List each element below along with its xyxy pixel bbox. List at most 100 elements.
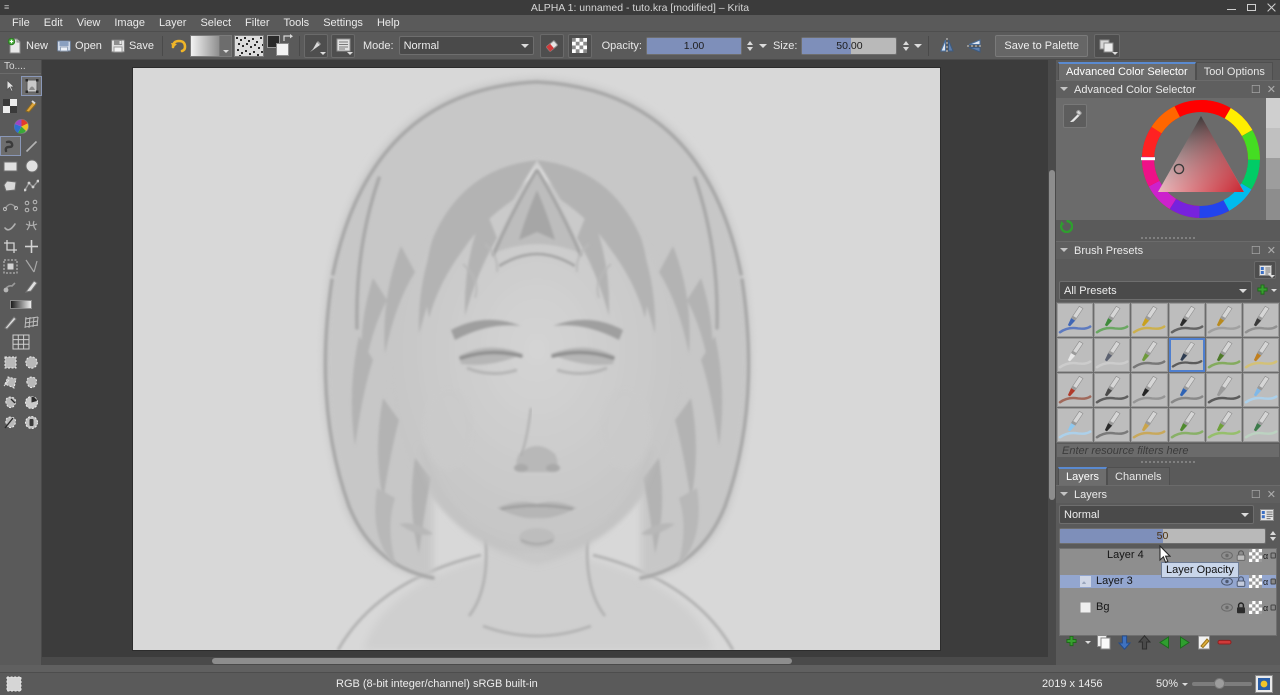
- move-layer-left-button[interactable]: [1155, 633, 1173, 651]
- menu-filter[interactable]: Filter: [238, 15, 276, 31]
- visibility-icon-bg[interactable]: [1220, 601, 1234, 614]
- delete-layer-button[interactable]: [1215, 633, 1233, 651]
- zoom-slider-knob[interactable]: [1214, 678, 1225, 689]
- tool-similar-color-selection[interactable]: [21, 392, 42, 412]
- window-menu-icon[interactable]: ≡: [4, 2, 9, 12]
- minimize-button[interactable]: [1226, 2, 1237, 13]
- brush-preset-ink-fineliner[interactable]: [1131, 338, 1167, 372]
- brush-preset-wet-blender[interactable]: [1057, 408, 1093, 442]
- close-button[interactable]: [1266, 2, 1277, 13]
- tool-rectangular-selection[interactable]: [0, 352, 21, 372]
- color-history-strip[interactable]: [1266, 98, 1280, 220]
- menu-settings[interactable]: Settings: [316, 15, 370, 31]
- close-icon-2[interactable]: ✕: [1267, 244, 1276, 257]
- v-scroll-thumb[interactable]: [1049, 170, 1055, 500]
- workspace-chooser-button[interactable]: [1094, 34, 1120, 58]
- brush-preset-b-basic-1[interactable]: [1057, 303, 1093, 337]
- menu-select[interactable]: Select: [193, 15, 238, 31]
- tool-shape-select[interactable]: [0, 76, 21, 96]
- opacity-spinner[interactable]: [746, 37, 755, 55]
- brush-preset-a-eraser-soft[interactable]: [1094, 338, 1130, 372]
- brush-preset-b-basic-5-size[interactable]: [1131, 303, 1167, 337]
- tool-rectangle[interactable]: [0, 156, 21, 176]
- float-icon-2[interactable]: ☐: [1251, 244, 1261, 257]
- preserve-alpha-button[interactable]: [568, 34, 592, 58]
- menu-view[interactable]: View: [70, 15, 108, 31]
- canvas-only-button[interactable]: [1255, 675, 1273, 693]
- menu-layer[interactable]: Layer: [152, 15, 194, 31]
- alpha-lock-icon-3[interactable]: α: [1262, 575, 1276, 588]
- tool-gradient[interactable]: [21, 96, 42, 116]
- color-selector-body[interactable]: [1056, 98, 1280, 220]
- canvas-area[interactable]: [42, 60, 1060, 665]
- dock-splitter-grip[interactable]: [1056, 234, 1280, 241]
- move-layer-right-button[interactable]: [1175, 633, 1193, 651]
- pattern-chooser[interactable]: [234, 35, 264, 57]
- lock-icon-4[interactable]: [1234, 549, 1248, 562]
- brush-preset-wet-bristles[interactable]: [1243, 373, 1279, 407]
- preset-filter-combo[interactable]: All Presets: [1059, 281, 1252, 300]
- table-row[interactable]: Bg α: [1060, 601, 1276, 614]
- brush-preset-ink-ballpen[interactable]: [1169, 303, 1205, 337]
- layer-opacity-spinner[interactable]: [1268, 527, 1277, 545]
- tool-polygonal-selection[interactable]: [0, 372, 21, 392]
- brush-preset-ink-circle[interactable]: [1131, 373, 1167, 407]
- canvas-vertical-scrollbar[interactable]: [1048, 60, 1056, 657]
- tab-tool-options[interactable]: Tool Options: [1196, 62, 1273, 80]
- brush-preset-wet-drops[interactable]: [1243, 408, 1279, 442]
- brush-preset-ink-dots[interactable]: [1206, 373, 1242, 407]
- brush-preset-wet-knife[interactable]: [1094, 408, 1130, 442]
- reset-color-button[interactable]: [1060, 220, 1074, 234]
- collapse-icon-2[interactable]: [1060, 246, 1069, 255]
- pattern-swatch[interactable]: [234, 35, 264, 57]
- brush-preset-wet-paint[interactable]: [1131, 408, 1167, 442]
- visibility-icon-4[interactable]: [1220, 549, 1234, 562]
- alpha-checker-4[interactable]: [1248, 549, 1262, 562]
- brush-preset-wet-texture[interactable]: [1169, 408, 1205, 442]
- close-icon[interactable]: ✕: [1267, 83, 1276, 96]
- tool-elliptical-selection[interactable]: [21, 352, 42, 372]
- tool-freehand-selection[interactable]: [21, 372, 42, 392]
- duplicate-layer-button[interactable]: [1095, 633, 1113, 651]
- blending-mode-combo[interactable]: Normal: [399, 36, 534, 55]
- brush-preset-b-basic-2-opacity[interactable]: [1094, 303, 1130, 337]
- document-canvas[interactable]: [133, 68, 940, 650]
- alpha-lock-icon-bg[interactable]: α: [1262, 601, 1276, 614]
- tab-channels[interactable]: Channels: [1107, 467, 1169, 485]
- brush-editor-button[interactable]: [304, 34, 328, 58]
- color-wheel[interactable]: [1138, 96, 1264, 222]
- tool-contiguous-selection[interactable]: [0, 392, 21, 412]
- new-button[interactable]: New: [3, 34, 52, 58]
- gradient-chooser[interactable]: [190, 35, 232, 57]
- h-scroll-thumb[interactable]: [212, 658, 792, 664]
- brush-preset-ink-brush-25[interactable]: [1206, 303, 1242, 337]
- tool-multibrush[interactable]: [21, 216, 42, 236]
- tab-layers[interactable]: Layers: [1058, 467, 1107, 485]
- eyedropper-button[interactable]: [1063, 104, 1087, 128]
- tool-ellipse[interactable]: [21, 156, 42, 176]
- move-layer-up-button[interactable]: [1135, 633, 1153, 651]
- menu-edit[interactable]: Edit: [37, 15, 70, 31]
- opacity-slider[interactable]: 1.00: [646, 37, 742, 55]
- add-preset-button[interactable]: [1255, 281, 1277, 300]
- tool-move[interactable]: [21, 236, 42, 256]
- mirror-vertical-button[interactable]: [961, 34, 989, 58]
- tool-fill[interactable]: [0, 96, 21, 116]
- preset-display-options-button[interactable]: [1254, 261, 1276, 279]
- tool-freehand-brush[interactable]: [0, 136, 21, 156]
- brush-preset-a-eraser-circle[interactable]: [1057, 338, 1093, 372]
- collapse-icon-3[interactable]: [1060, 490, 1069, 499]
- open-button[interactable]: Open: [52, 34, 106, 58]
- preset-chooser-button[interactable]: [331, 34, 355, 58]
- opacity-options-chevron-icon[interactable]: [759, 44, 767, 48]
- brush-preset-ink-marker[interactable]: [1057, 373, 1093, 407]
- close-icon-3[interactable]: ✕: [1267, 488, 1276, 501]
- tool-line[interactable]: [21, 136, 42, 156]
- foreground-background-color[interactable]: [267, 34, 295, 58]
- tool-freehand-path[interactable]: [21, 196, 42, 216]
- tool-measure[interactable]: [21, 256, 42, 276]
- layer-properties-quick-button[interactable]: [1257, 505, 1277, 524]
- canvas-horizontal-scrollbar[interactable]: [42, 657, 1060, 665]
- tool-bezier-curve[interactable]: [0, 196, 21, 216]
- brush-preset-ink-brush-smooth[interactable]: [1169, 373, 1205, 407]
